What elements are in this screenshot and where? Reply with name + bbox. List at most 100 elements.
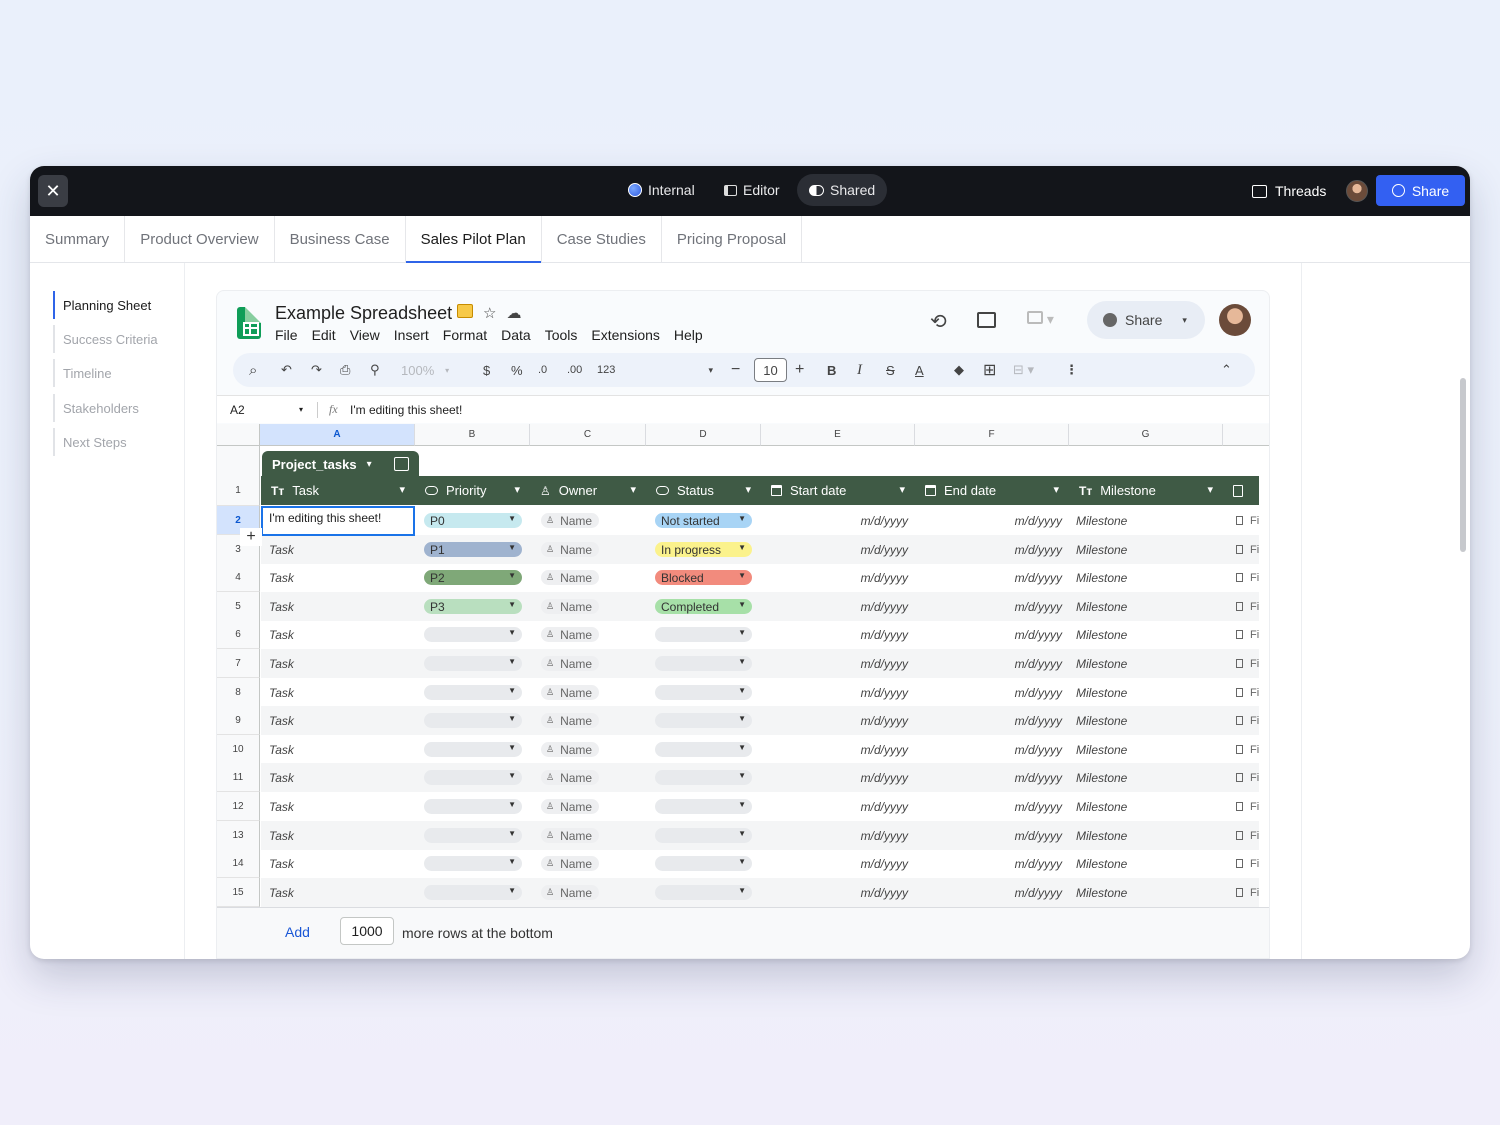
sheet-user-avatar[interactable] (1219, 304, 1251, 336)
row-header[interactable]: 7 (217, 649, 260, 678)
status-chip[interactable]: ▼ (655, 856, 752, 871)
owner-chip[interactable]: ♙ Name (541, 570, 599, 585)
header-owner[interactable]: ♙ Owner ▾ (530, 476, 646, 505)
row-header[interactable]: 1 (217, 476, 260, 506)
start-date-cell[interactable]: m/d/yyyy (761, 763, 908, 792)
column-header-d[interactable]: D (646, 424, 761, 446)
start-date-cell[interactable]: m/d/yyyy (761, 620, 908, 649)
menu-view[interactable]: View (350, 327, 380, 343)
start-date-cell[interactable]: m/d/yyyy (761, 792, 908, 821)
row-header[interactable]: 14 (217, 849, 260, 878)
task-cell[interactable]: Task (269, 878, 294, 907)
font-size-decrease-button[interactable]: − (731, 353, 740, 387)
header-start-date[interactable]: Start date ▾ (761, 476, 915, 505)
task-cell[interactable]: Task (269, 763, 294, 792)
header-task[interactable]: Tт Task ▾ (261, 476, 415, 505)
nav-next-steps[interactable]: Next Steps (53, 428, 127, 456)
owner-chip[interactable]: ♙ Name (541, 770, 599, 785)
end-date-cell[interactable]: m/d/yyyy (915, 735, 1062, 764)
share-button[interactable]: Share (1376, 175, 1465, 206)
milestone-cell[interactable]: Milestone (1076, 763, 1127, 792)
nav-planning-sheet[interactable]: Planning Sheet (53, 291, 151, 319)
start-date-cell[interactable]: m/d/yyyy (761, 849, 908, 878)
milestone-cell[interactable]: Milestone (1076, 792, 1127, 821)
status-chip[interactable]: Not started ▼ (655, 513, 752, 528)
milestone-cell[interactable]: Milestone (1076, 620, 1127, 649)
undo-icon[interactable]: ↶ (281, 353, 292, 387)
row-header[interactable]: 9 (217, 706, 260, 735)
priority-chip[interactable]: P0 ▼ (424, 513, 522, 528)
end-date-cell[interactable]: m/d/yyyy (915, 620, 1062, 649)
spreadsheet-title[interactable]: Example Spreadsheet (275, 303, 452, 324)
milestone-cell[interactable]: Milestone (1076, 849, 1127, 878)
text-color-icon[interactable]: A (915, 353, 924, 387)
header-end-date[interactable]: End date ▾ (915, 476, 1069, 505)
file-cell[interactable]: Fi (1236, 649, 1259, 678)
print-icon[interactable]: ⎙ (340, 353, 350, 387)
user-avatar[interactable] (1346, 180, 1368, 202)
decrease-decimal-button[interactable]: .0 (538, 353, 547, 387)
milestone-cell[interactable]: Milestone (1076, 592, 1127, 621)
vertical-scrollbar[interactable] (1460, 378, 1466, 552)
owner-chip[interactable]: ♙ Name (541, 885, 599, 900)
priority-chip[interactable]: ▼ (424, 828, 522, 843)
status-chip[interactable]: ▼ (655, 742, 752, 757)
close-button[interactable]: ✕ (38, 175, 68, 207)
milestone-cell[interactable]: Milestone (1076, 506, 1127, 535)
chevron-down-icon[interactable]: ▾ (299, 405, 303, 414)
status-chip[interactable]: Blocked ▼ (655, 570, 752, 585)
owner-chip[interactable]: ♙ Name (541, 828, 599, 843)
active-cell-editor[interactable]: I'm editing this sheet! (261, 506, 415, 536)
file-cell[interactable]: Fi (1236, 706, 1259, 735)
column-header-c[interactable]: C (530, 424, 646, 446)
start-date-cell[interactable]: m/d/yyyy (761, 821, 908, 850)
tab-summary[interactable]: Summary (30, 216, 126, 262)
owner-chip[interactable]: ♙ Name (541, 856, 599, 871)
row-header[interactable]: 10 (217, 735, 260, 764)
status-chip[interactable]: ▼ (655, 656, 752, 671)
status-chip[interactable]: ▼ (655, 828, 752, 843)
row-header[interactable]: 6 (217, 620, 260, 649)
status-chip[interactable]: ▼ (655, 685, 752, 700)
end-date-cell[interactable]: m/d/yyyy (915, 878, 1062, 907)
task-cell[interactable]: Task (269, 735, 294, 764)
file-cell[interactable]: Fi (1236, 735, 1259, 764)
number-format-button[interactable]: 123 (597, 353, 615, 387)
end-date-cell[interactable]: m/d/yyyy (915, 563, 1062, 592)
milestone-cell[interactable]: Milestone (1076, 563, 1127, 592)
menu-extensions[interactable]: Extensions (591, 327, 659, 343)
add-row-plus-icon[interactable]: + (240, 528, 262, 546)
zoom-select[interactable]: 100% ▾ (401, 353, 449, 387)
borders-icon[interactable]: ⊞ (983, 353, 996, 387)
cell-reference[interactable]: A2 (230, 403, 245, 417)
bold-button[interactable]: B (827, 353, 836, 387)
fill-color-icon[interactable]: ◆ (954, 353, 964, 387)
search-icon[interactable]: ⌕ (249, 353, 257, 387)
menu-edit[interactable]: Edit (312, 327, 336, 343)
menu-tools[interactable]: Tools (545, 327, 578, 343)
task-cell[interactable]: Task (269, 563, 294, 592)
collapse-toolbar-icon[interactable]: ⌃ (1221, 353, 1232, 387)
task-cell[interactable]: Task (269, 649, 294, 678)
status-chip[interactable]: ▼ (655, 770, 752, 785)
file-cell[interactable]: Fi (1236, 792, 1259, 821)
file-cell[interactable]: Fi (1236, 763, 1259, 792)
font-select[interactable]: ▾ (633, 353, 713, 387)
end-date-cell[interactable]: m/d/yyyy (915, 592, 1062, 621)
task-cell[interactable]: Task (269, 821, 294, 850)
milestone-cell[interactable]: Milestone (1076, 535, 1127, 564)
priority-chip[interactable]: P3 ▼ (424, 599, 522, 614)
menu-insert[interactable]: Insert (394, 327, 429, 343)
paint-format-icon[interactable]: ⚲ (370, 353, 380, 387)
nav-stakeholders[interactable]: Stakeholders (53, 394, 139, 422)
end-date-cell[interactable]: m/d/yyyy (915, 792, 1062, 821)
milestone-cell[interactable]: Milestone (1076, 649, 1127, 678)
start-date-cell[interactable]: m/d/yyyy (761, 878, 908, 907)
milestone-cell[interactable]: Milestone (1076, 678, 1127, 707)
tab-pricing-proposal[interactable]: Pricing Proposal (662, 216, 803, 262)
row-header[interactable]: 12 (217, 792, 260, 821)
menu-data[interactable]: Data (501, 327, 531, 343)
priority-chip[interactable]: ▼ (424, 656, 522, 671)
status-chip[interactable]: ▼ (655, 627, 752, 642)
tab-case-studies[interactable]: Case Studies (542, 216, 662, 262)
